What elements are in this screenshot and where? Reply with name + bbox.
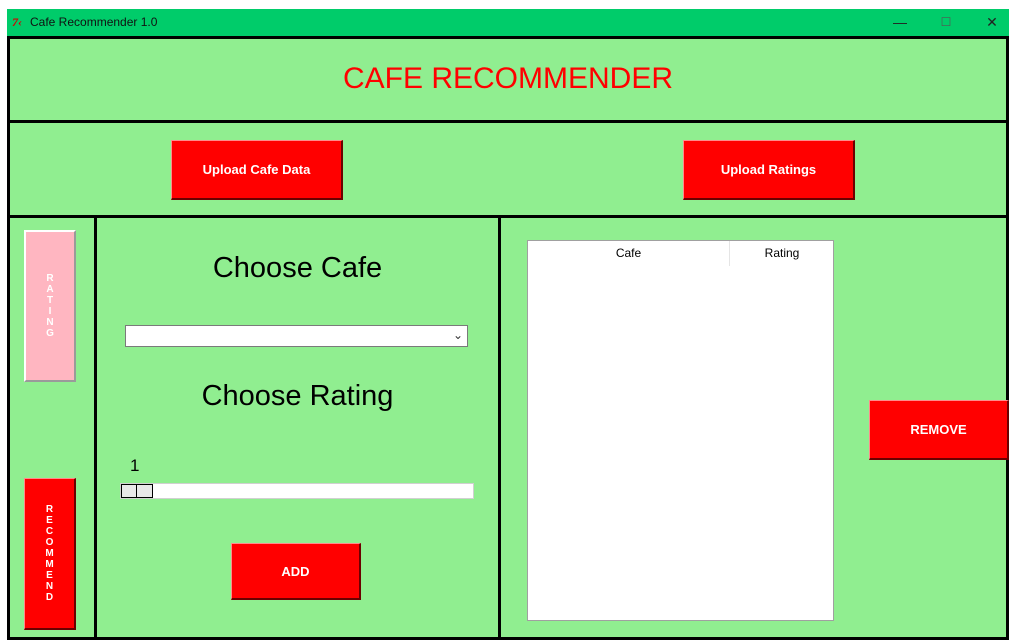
recommend-button-letter: D (45, 592, 54, 603)
remove-button[interactable]: REMOVE (869, 400, 1009, 460)
ratings-table[interactable]: Cafe Rating (527, 240, 834, 621)
rating-button-letter: A (46, 284, 54, 295)
upload-ratings-button[interactable]: Upload Ratings (683, 140, 855, 200)
app-client-area: CAFE RECOMMENDER Upload Cafe Data Upload… (7, 36, 1009, 640)
maximize-icon[interactable]: ☐ (923, 9, 969, 36)
cafe-dropdown[interactable]: ⌄ (125, 325, 468, 347)
page-title: CAFE RECOMMENDER (342, 62, 673, 95)
rating-button-letter: G (46, 328, 54, 339)
upload-cafe-data-button[interactable]: Upload Cafe Data (171, 140, 343, 200)
rating-button-letter: N (46, 317, 54, 328)
sidebar-frame: RATING RECOMMEND (7, 215, 97, 640)
results-frame: Cafe Rating REMOVE (498, 215, 1009, 640)
recommend-button-letter: M (45, 548, 54, 559)
recommend-button-letter: E (46, 515, 53, 526)
recommend-button-letter: R (45, 504, 54, 515)
column-header-rating[interactable]: Rating (731, 241, 833, 266)
header-frame: CAFE RECOMMENDER (7, 36, 1009, 123)
window-title: Cafe Recommender 1.0 (30, 15, 158, 29)
rating-button-letter: R (46, 273, 54, 284)
rating-value: 1 (130, 456, 140, 475)
rating-slider[interactable] (120, 483, 474, 499)
add-button[interactable]: ADD (231, 543, 361, 600)
choose-cafe-label: Choose Cafe (212, 252, 383, 284)
recommend-button-letter: M (45, 559, 54, 570)
slider-grip (136, 485, 137, 497)
column-header-cafe[interactable]: Cafe (528, 241, 730, 266)
chevron-down-icon: ⌄ (452, 328, 463, 342)
recommend-button-letter: C (45, 526, 54, 537)
rating-slider-handle[interactable] (121, 484, 153, 498)
rating-button-letter: I (48, 306, 52, 317)
choose-rating-label: Choose Rating (201, 380, 394, 412)
recommend-button-letter: O (45, 537, 54, 548)
window-titlebar[interactable]: 7‹ Cafe Recommender 1.0 — ☐ ✕ (7, 9, 1009, 36)
rating-button[interactable]: RATING (24, 230, 76, 382)
minimize-icon[interactable]: — (877, 9, 923, 36)
tk-feather-icon: 7‹ (12, 15, 22, 29)
recommend-button[interactable]: RECOMMEND (24, 478, 76, 630)
rating-button-letter: T (46, 295, 54, 306)
close-icon[interactable]: ✕ (969, 9, 1009, 36)
recommend-button-letter: N (45, 581, 54, 592)
form-frame: Choose Cafe ⌄ Choose Rating 1 ADD (94, 215, 501, 640)
recommend-button-letter: E (46, 570, 53, 581)
upload-frame: Upload Cafe Data Upload Ratings (7, 120, 1009, 218)
